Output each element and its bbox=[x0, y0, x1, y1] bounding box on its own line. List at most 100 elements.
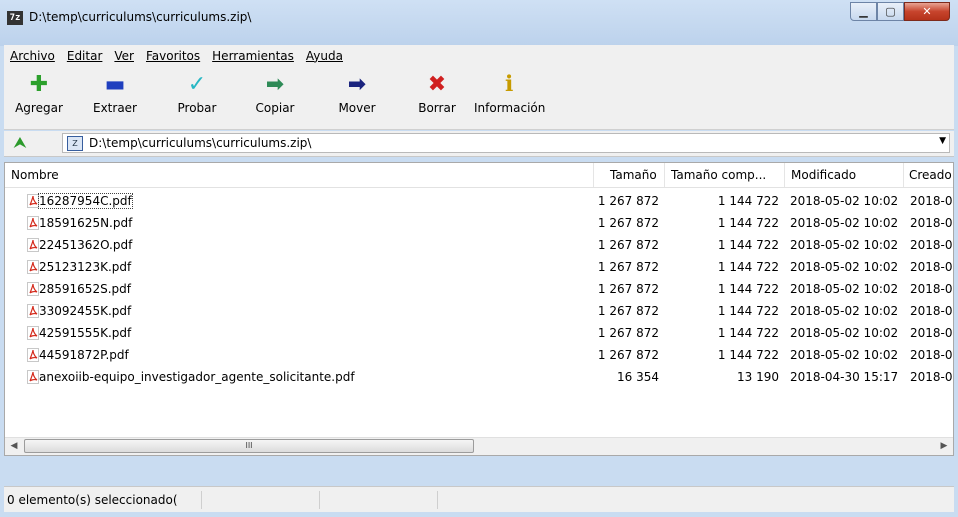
cell-modified: 2018-05-02 10:02 bbox=[790, 326, 899, 340]
list-header: Nombre Tamaño Tamaño comp... Modificado … bbox=[5, 163, 953, 188]
menu-ver[interactable]: Ver bbox=[108, 49, 140, 63]
table-row[interactable]: 44591872P.pdf 1 267 872 1 144 722 2018-05-0… bbox=[5, 344, 953, 366]
cell-size: 1 267 872 bbox=[597, 260, 659, 274]
toolbar-button-extraer[interactable]: ▬ Extraer bbox=[80, 71, 150, 127]
toolbar-label: Información bbox=[474, 101, 546, 115]
toolbar: ✚ Agregar ▬ Extraer ✓ Probar ➡ Copiar ➡ Mover ✖ Bor… bbox=[4, 67, 954, 130]
scroll-left-icon[interactable]: ◀ bbox=[6, 439, 22, 454]
plus-icon: ✚ bbox=[29, 72, 49, 97]
pdf-file-icon bbox=[27, 348, 39, 362]
status-selection: 0 elemento(s) seleccionado( bbox=[4, 491, 202, 509]
pdf-file-icon bbox=[27, 370, 39, 384]
maximize-button[interactable]: ▢ bbox=[877, 2, 904, 21]
table-row[interactable]: 25123123K.pdf 1 267 872 1 144 722 2018-05-0… bbox=[5, 256, 953, 278]
chevron-down-icon[interactable]: ▼ bbox=[939, 136, 946, 146]
cell-modified: 2018-05-02 10:02 bbox=[790, 194, 899, 208]
cell-size: 1 267 872 bbox=[597, 326, 659, 340]
cell-modified: 2018-05-02 10:02 bbox=[790, 216, 899, 230]
cell-size: 16 354 bbox=[617, 370, 659, 384]
pdf-file-icon bbox=[27, 238, 39, 252]
cell-created: 2018-0. bbox=[910, 370, 954, 384]
minimize-icon: ▁ bbox=[859, 5, 868, 18]
menu-editar[interactable]: Editar bbox=[61, 49, 109, 63]
cell-size: 1 267 872 bbox=[597, 238, 659, 252]
cell-name: anexoiib-equipo_investigador_agente_soli… bbox=[39, 370, 355, 384]
table-row[interactable]: 28591652S.pdf 1 267 872 1 144 722 2018-05-0… bbox=[5, 278, 953, 300]
column-tamano-comp[interactable]: Tamaño comp... bbox=[671, 168, 766, 182]
cell-name: 22451362O.pdf bbox=[39, 238, 133, 252]
toolbar-button-copiar[interactable]: ➡ Copiar bbox=[240, 71, 310, 127]
scroll-thumb[interactable]: III bbox=[24, 439, 474, 453]
column-divider[interactable] bbox=[593, 163, 594, 187]
cell-created: 2018-0. bbox=[910, 326, 954, 340]
cell-created: 2018-0. bbox=[910, 216, 954, 230]
cell-size: 1 267 872 bbox=[597, 216, 659, 230]
table-row[interactable]: 22451362O.pdf 1 267 872 1 144 722 2018-05-0… bbox=[5, 234, 953, 256]
toolbar-label: Mover bbox=[338, 101, 376, 115]
toolbar-button-informacin[interactable]: ℹ Información bbox=[474, 71, 546, 127]
cell-size: 1 267 872 bbox=[597, 282, 659, 296]
info-icon: ℹ bbox=[504, 72, 514, 97]
cell-modified: 2018-05-02 10:02 bbox=[790, 238, 899, 252]
menu-favoritos[interactable]: Favoritos bbox=[140, 49, 206, 63]
toolbar-label: Extraer bbox=[93, 101, 137, 115]
close-button[interactable]: ✕ bbox=[904, 2, 950, 21]
cell-packed: 1 144 722 bbox=[717, 348, 779, 362]
toolbar-button-mover[interactable]: ➡ Mover bbox=[322, 71, 392, 127]
cell-packed: 1 144 722 bbox=[717, 304, 779, 318]
window-title: D:\temp\curriculums\curriculums.zip\ bbox=[29, 10, 252, 24]
menu-archivo[interactable]: Archivo bbox=[4, 49, 61, 63]
column-modificado[interactable]: Modificado bbox=[791, 168, 856, 182]
cell-size: 1 267 872 bbox=[597, 304, 659, 318]
menu-herramientas[interactable]: Herramientas bbox=[206, 49, 300, 63]
table-row[interactable]: anexoiib-equipo_investigador_agente_soli… bbox=[5, 366, 953, 388]
toolbar-button-probar[interactable]: ✓ Probar bbox=[162, 71, 232, 127]
maximize-icon: ▢ bbox=[885, 5, 896, 18]
column-divider[interactable] bbox=[903, 163, 904, 187]
status-size bbox=[202, 491, 320, 509]
delete-icon: ✖ bbox=[427, 72, 447, 97]
pdf-file-icon bbox=[27, 260, 39, 274]
table-row[interactable]: 42591555K.pdf 1 267 872 1 144 722 2018-05-0… bbox=[5, 322, 953, 344]
pdf-file-icon bbox=[27, 304, 39, 318]
cell-packed: 1 144 722 bbox=[717, 260, 779, 274]
status-bar: 0 elemento(s) seleccionado( bbox=[4, 486, 954, 512]
toolbar-button-agregar[interactable]: ✚ Agregar bbox=[4, 71, 74, 127]
window-controls: ▁ ▢ ✕ bbox=[850, 2, 950, 22]
cell-packed: 13 190 bbox=[737, 370, 779, 384]
title-bar[interactable]: 7z D:\temp\curriculums\curriculums.zip\ … bbox=[0, 0, 958, 46]
cell-created: 2018-0. bbox=[910, 282, 954, 296]
cell-created: 2018-0. bbox=[910, 238, 954, 252]
horizontal-scrollbar[interactable]: ◀ III ▶ bbox=[5, 437, 953, 455]
cell-size: 1 267 872 bbox=[597, 194, 659, 208]
menu-bar: Archivo Editar Ver Favoritos Herramienta… bbox=[4, 45, 954, 68]
column-tamano[interactable]: Tamaño bbox=[610, 168, 657, 182]
toolbar-button-borrar[interactable]: ✖ Borrar bbox=[402, 71, 472, 127]
cell-name: 18591625N.pdf bbox=[39, 216, 133, 230]
toolbar-label: Borrar bbox=[418, 101, 456, 115]
app-icon: 7z bbox=[7, 11, 23, 25]
column-nombre[interactable]: Nombre bbox=[11, 168, 59, 182]
table-row[interactable]: 16287954C.pdf 1 267 872 1 144 722 2018-05-0… bbox=[5, 190, 953, 212]
close-icon: ✕ bbox=[922, 5, 932, 18]
folder-up-icon[interactable]: ⮝ bbox=[14, 135, 30, 151]
column-creado[interactable]: Creado bbox=[909, 168, 952, 182]
cell-packed: 1 144 722 bbox=[717, 216, 779, 230]
address-field[interactable]: Z D:\temp\curriculums\curriculums.zip\ ▼ bbox=[62, 133, 950, 153]
check-icon: ✓ bbox=[187, 72, 207, 97]
table-row[interactable]: 33092455K.pdf 1 267 872 1 144 722 2018-05-0… bbox=[5, 300, 953, 322]
cell-created: 2018-0. bbox=[910, 348, 954, 362]
cell-packed: 1 144 722 bbox=[717, 282, 779, 296]
file-list[interactable]: Nombre Tamaño Tamaño comp... Modificado … bbox=[4, 162, 954, 456]
address-path: D:\temp\curriculums\curriculums.zip\ bbox=[89, 136, 312, 150]
cell-modified: 2018-05-02 10:02 bbox=[790, 260, 899, 274]
cell-created: 2018-0. bbox=[910, 304, 954, 318]
column-divider[interactable] bbox=[664, 163, 665, 187]
minimize-button[interactable]: ▁ bbox=[850, 2, 877, 21]
menu-ayuda[interactable]: Ayuda bbox=[300, 49, 349, 63]
cell-name: 44591872P.pdf bbox=[39, 348, 129, 362]
cell-name: 16287954C.pdf bbox=[38, 193, 133, 209]
scroll-right-icon[interactable]: ▶ bbox=[936, 439, 952, 454]
column-divider[interactable] bbox=[784, 163, 785, 187]
table-row[interactable]: 18591625N.pdf 1 267 872 1 144 722 2018-05-0… bbox=[5, 212, 953, 234]
